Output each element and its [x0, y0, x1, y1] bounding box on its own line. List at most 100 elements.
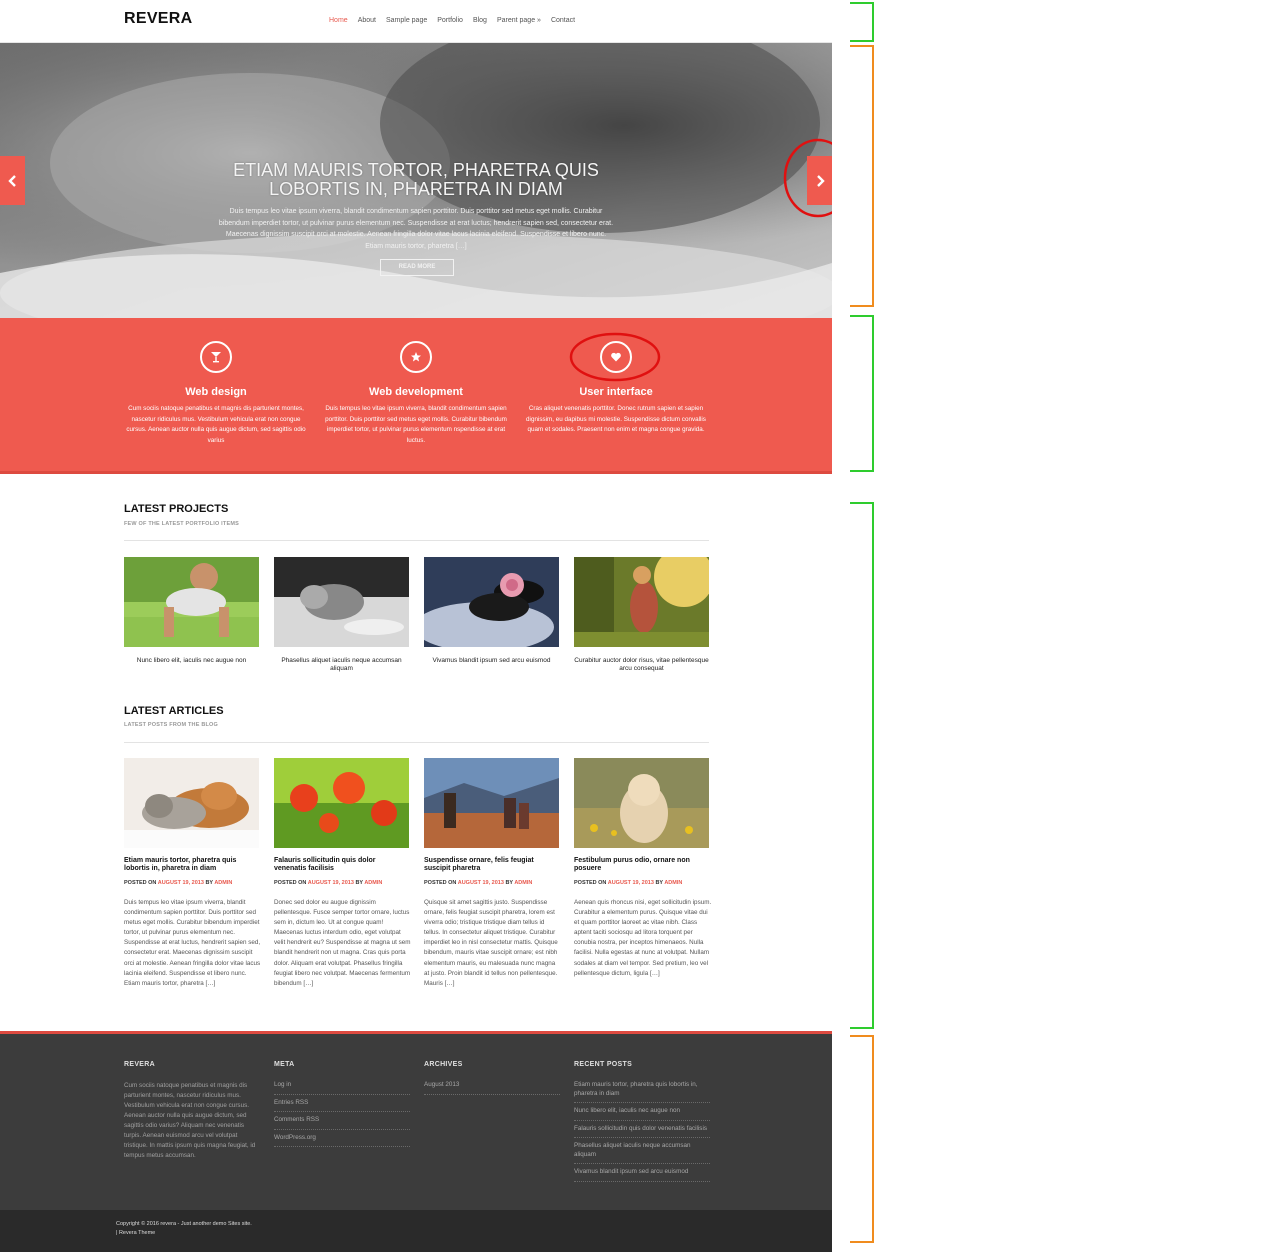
nav-parent-page[interactable]: Parent page »: [497, 17, 541, 24]
article-excerpt: Aenean quis rhoncus nisi, eget sollicitu…: [574, 899, 712, 977]
archives-list: August 2013: [424, 1081, 560, 1095]
copyright-text: Copyright © 2016 revera - Just another d…: [116, 1220, 252, 1238]
article-title[interactable]: Falauris sollicitudin quis dolor venenat…: [274, 857, 409, 873]
page: REVERA Home About Sample page Portfolio …: [0, 0, 832, 1252]
project-caption[interactable]: Nunc libero elit, iaculis nec augue non: [124, 657, 259, 665]
project-caption[interactable]: Curabitur auctor dolor risus, vitae pell…: [574, 657, 709, 672]
hero-title: ETIAM MAURIS TORTOR, PHARETRA QUIS LOBOR…: [233, 160, 599, 199]
slider-prev-button[interactable]: [0, 156, 25, 205]
posted-on-label: POSTED ON: [124, 880, 157, 886]
by-label: BY: [655, 880, 663, 886]
footer-heading: REVERA: [124, 1061, 155, 1068]
nav-about[interactable]: About: [358, 17, 376, 24]
article-excerpt: Quisque sit amet sagittis justo. Suspend…: [424, 899, 558, 987]
divider: [124, 742, 709, 743]
meta-link-comments-rss[interactable]: Comments RSS: [274, 1116, 410, 1130]
site-footer: REVERA Cum sociis natoque penatibus et m…: [0, 1031, 832, 1210]
recent-post-link[interactable]: Etiam mauris tortor, pharetra quis lobor…: [574, 1081, 710, 1103]
footer-about-text: Cum sociis natoque penatibus et magnis d…: [124, 1082, 256, 1159]
meta-link-wordpress[interactable]: WordPress.org: [274, 1134, 410, 1147]
posted-on-label: POSTED ON: [574, 880, 607, 886]
articles-subheading: LATEST POSTS FROM THE BLOG: [124, 722, 219, 728]
copyright-line: Copyright © 2016 revera - Just another d…: [116, 1221, 252, 1227]
service-text: Cras aliquet venenatis porttitor. Donec …: [526, 405, 706, 434]
article-date-link[interactable]: AUGUST 19, 2013: [458, 880, 504, 886]
service-title: User interface: [579, 386, 653, 398]
main-nav: Home About Sample page Portfolio Blog Pa…: [329, 17, 585, 24]
project-thumbnail[interactable]: [424, 557, 559, 647]
read-more-button[interactable]: READ MORE: [380, 259, 454, 276]
recent-post-link[interactable]: Falauris sollicitudin quis dolor venenat…: [574, 1125, 710, 1138]
project-thumbnail[interactable]: [574, 557, 709, 647]
footer-about: REVERA Cum sociis natoque penatibus et m…: [124, 1061, 260, 1161]
article-author-link[interactable]: ADMIN: [214, 880, 232, 886]
recent-post-link[interactable]: Nunc libero elit, iaculis nec augue non: [574, 1107, 710, 1121]
project-thumbnail[interactable]: [124, 557, 259, 647]
footer-meta: META Log in Entries RSS Comments RSS Wor…: [274, 1061, 410, 1151]
service-web-development: Web development Duis tempus leo vitae ip…: [323, 341, 509, 447]
divider: [124, 540, 709, 541]
article-meta: POSTED ON AUGUST 19, 2013 BY ADMIN: [274, 880, 409, 886]
by-label: BY: [355, 880, 363, 886]
footer-heading: RECENT POSTS: [574, 1061, 633, 1068]
recent-post-link[interactable]: Phasellus aliquet iaculis neque accumsan…: [574, 1142, 710, 1164]
article-date-link[interactable]: AUGUST 19, 2013: [608, 880, 654, 886]
article-thumbnail[interactable]: [124, 758, 259, 848]
article-date-link[interactable]: AUGUST 19, 2013: [158, 880, 204, 886]
article-date-link[interactable]: AUGUST 19, 2013: [308, 880, 354, 886]
theme-credit-link[interactable]: | Revera Theme: [116, 1229, 252, 1238]
hero-slider: ETIAM MAURIS TORTOR, PHARETRA QUIS LOBOR…: [0, 43, 832, 318]
article-author-link[interactable]: ADMIN: [514, 880, 532, 886]
posted-on-label: POSTED ON: [424, 880, 457, 886]
by-label: BY: [505, 880, 513, 886]
projects-heading: LATEST PROJECTS: [124, 503, 229, 515]
article-meta: POSTED ON AUGUST 19, 2013 BY ADMIN: [574, 880, 709, 886]
nav-sample-page[interactable]: Sample page: [386, 17, 427, 24]
article-title[interactable]: Festibulum purus odio, ornare non posuer…: [574, 857, 709, 873]
site-logo[interactable]: REVERA: [124, 10, 192, 28]
hero-excerpt: Duis tempus leo vitae ipsum viverra, bla…: [218, 208, 614, 251]
copyright-bar: Copyright © 2016 revera - Just another d…: [0, 1210, 832, 1252]
meta-link-login[interactable]: Log in: [274, 1081, 410, 1095]
projects-subheading: FEW OF THE LATEST PORTFOLIO ITEMS: [124, 521, 239, 527]
meta-list: Log in Entries RSS Comments RSS WordPres…: [274, 1081, 410, 1147]
recent-post-link[interactable]: Vivamus blandit ipsum sed arcu euismod: [574, 1168, 710, 1182]
article-title[interactable]: Etiam mauris tortor, pharetra quis lobor…: [124, 857, 259, 873]
service-web-design: Web design Cum sociis natoque penatibus …: [123, 341, 309, 447]
article-thumbnail[interactable]: [574, 758, 709, 848]
by-label: BY: [205, 880, 213, 886]
article-meta: POSTED ON AUGUST 19, 2013 BY ADMIN: [124, 880, 259, 886]
article-author-link[interactable]: ADMIN: [364, 880, 382, 886]
recent-posts-list: Etiam mauris tortor, pharetra quis lobor…: [574, 1081, 710, 1182]
article-title[interactable]: Suspendisse ornare, felis feugiat suscip…: [424, 857, 559, 873]
service-title: Web development: [369, 386, 463, 398]
footer-heading: META: [274, 1061, 295, 1068]
annotation-circle-heart: [569, 332, 661, 382]
annotation-circle-next-arrow: [783, 138, 832, 218]
posted-on-label: POSTED ON: [274, 880, 307, 886]
project-thumbnail[interactable]: [274, 557, 409, 647]
articles-heading: LATEST ARTICLES: [124, 705, 224, 717]
annotation-brackets: [850, 2, 874, 1243]
service-text: Duis tempus leo vitae ipsum viverra, bla…: [325, 405, 507, 445]
project-caption[interactable]: Phasellus aliquet iaculis neque accumsan…: [274, 657, 409, 672]
meta-link-entries-rss[interactable]: Entries RSS: [274, 1099, 410, 1112]
footer-archives: ARCHIVES August 2013: [424, 1061, 560, 1099]
footer-recent-posts: RECENT POSTS Etiam mauris tortor, pharet…: [574, 1061, 710, 1186]
article-thumbnail[interactable]: [424, 758, 559, 848]
nav-contact[interactable]: Contact: [551, 17, 575, 24]
service-text: Cum sociis natoque penatibus et magnis d…: [126, 405, 306, 445]
annotation-panel: [832, 0, 1268, 1252]
article-excerpt: Duis tempus leo vitae ipsum viverra, bla…: [124, 899, 261, 987]
archive-link[interactable]: August 2013: [424, 1081, 560, 1095]
nav-blog[interactable]: Blog: [473, 17, 487, 24]
project-caption[interactable]: Vivamus blandit ipsum sed arcu euismod: [424, 657, 559, 665]
article-author-link[interactable]: ADMIN: [664, 880, 682, 886]
services-band: Web design Cum sociis natoque penatibus …: [0, 318, 832, 474]
chevron-left-icon: [7, 174, 16, 187]
article-thumbnail[interactable]: [274, 758, 409, 848]
star-icon: [400, 341, 432, 373]
nav-home[interactable]: Home: [329, 17, 348, 24]
nav-portfolio[interactable]: Portfolio: [437, 17, 463, 24]
service-title: Web design: [185, 386, 247, 398]
